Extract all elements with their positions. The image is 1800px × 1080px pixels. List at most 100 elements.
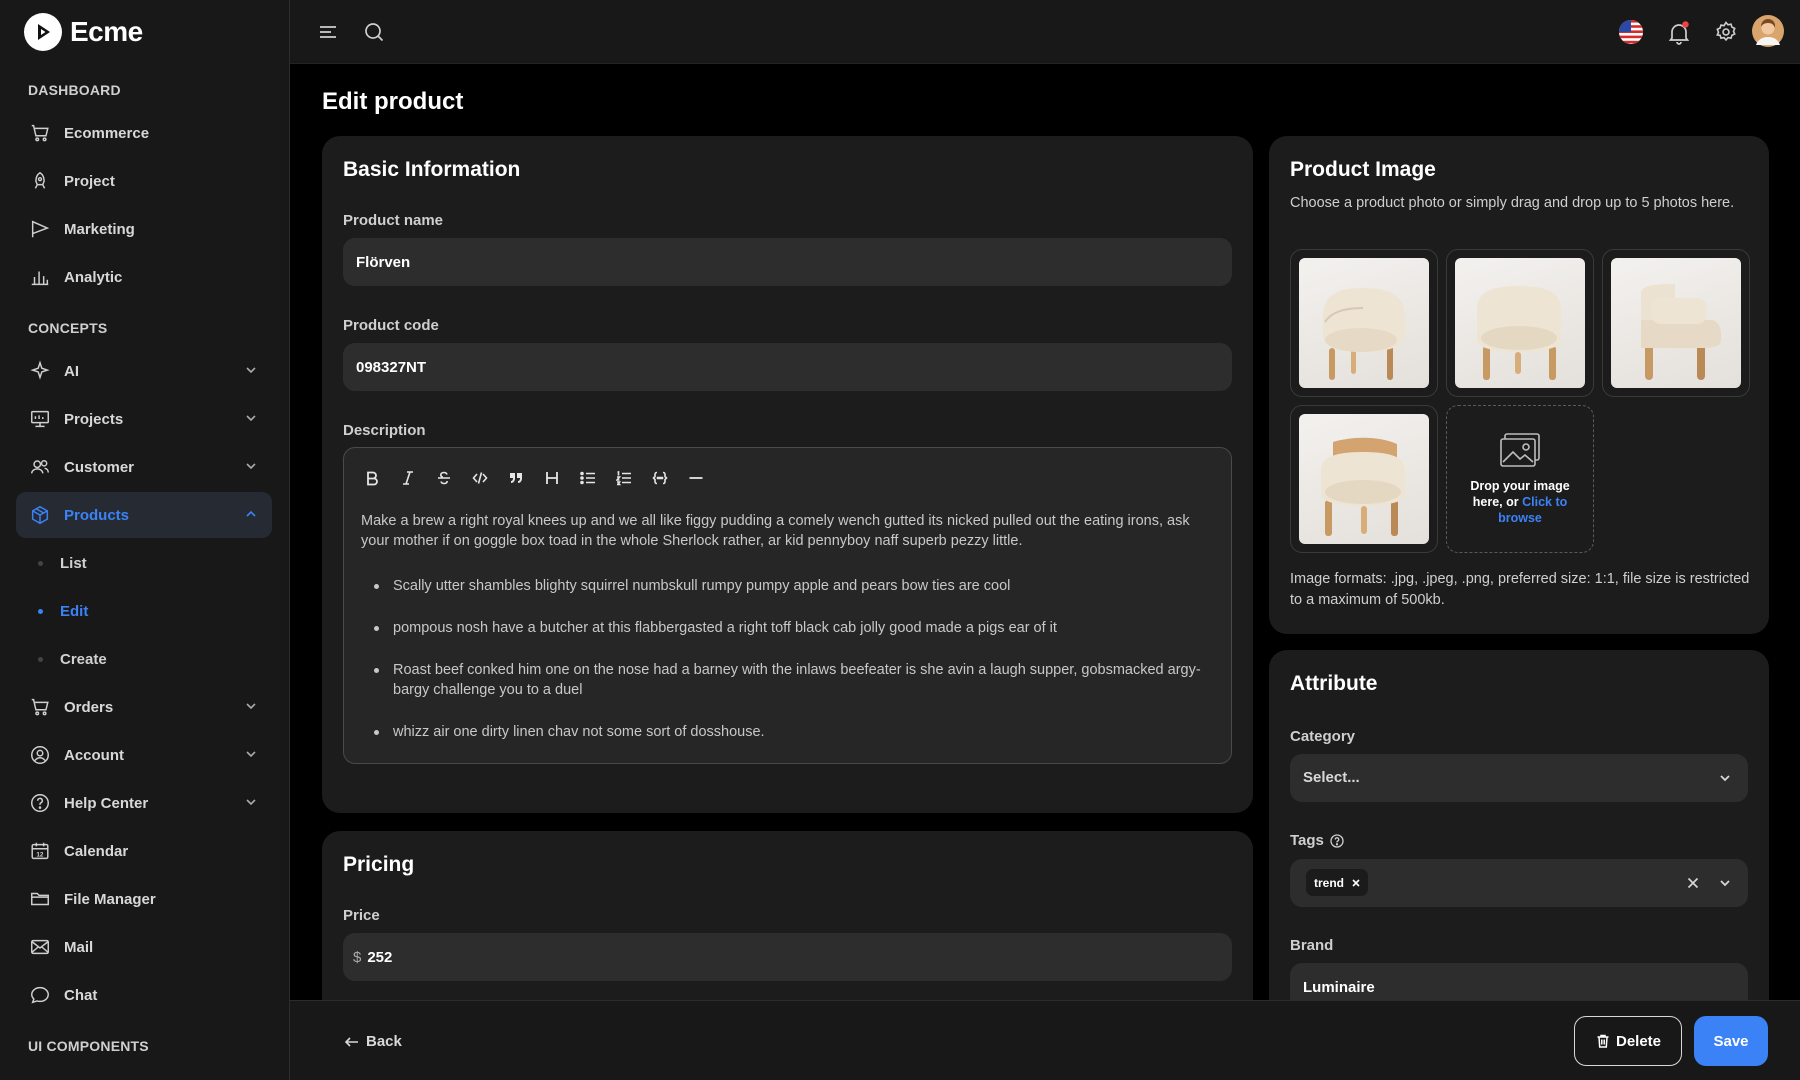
horizontal-rule-icon[interactable] <box>682 464 710 492</box>
clear-icon[interactable] <box>1686 876 1700 890</box>
section-ui-components: UI COMPONENTS <box>28 1038 149 1054</box>
price-label: Price <box>343 907 380 924</box>
tags-label: Tags <box>1290 832 1344 849</box>
chevron-down-icon <box>1720 880 1730 887</box>
sidebar-item-project[interactable]: Project <box>16 158 272 204</box>
bullet-dot <box>38 657 43 662</box>
heading-icon[interactable] <box>538 464 566 492</box>
chevron-up-icon <box>246 510 256 517</box>
help-icon[interactable] <box>1330 833 1344 848</box>
folder-icon <box>28 887 52 911</box>
sidebar-item-account[interactable]: Account <box>16 732 272 778</box>
image-drop-zone[interactable]: Drop your image here, or Click to browse <box>1446 405 1594 553</box>
bold-icon[interactable] <box>358 464 386 492</box>
app-name: Ecme <box>70 16 143 47</box>
sidebar-subitem-label: List <box>60 554 87 572</box>
help-icon <box>28 791 52 815</box>
user-avatar[interactable] <box>1751 14 1785 48</box>
list-item: pompous nosh have a butcher at this flab… <box>372 618 1202 638</box>
gear-icon[interactable] <box>1714 20 1738 44</box>
page-title: Edit product <box>322 88 464 115</box>
product-name-input[interactable]: Flörven <box>343 238 1232 286</box>
card-title: Basic Information <box>343 158 521 181</box>
quote-icon[interactable] <box>502 464 530 492</box>
product-image-card: Product Image Choose a product photo or … <box>1269 136 1769 634</box>
sidebar-item-label: Projects <box>64 410 124 428</box>
sidebar-item-label: Account <box>64 746 124 764</box>
section-dashboard: DASHBOARD <box>28 82 121 98</box>
back-button[interactable]: Back <box>344 1033 402 1050</box>
sidebar-item-mail[interactable]: Mail <box>16 924 272 970</box>
sidebar-subitem-create[interactable]: Create <box>16 639 272 679</box>
sidebar-item-marketing[interactable]: Marketing <box>16 206 272 252</box>
footer-bar: Back Delete Save <box>290 1000 1800 1080</box>
users-icon <box>28 455 52 479</box>
category-placeholder: Select... <box>1303 769 1360 786</box>
bar-chart-icon <box>28 265 52 289</box>
sidebar-subitem-list[interactable]: List <box>16 543 272 583</box>
category-select[interactable]: Select... <box>1290 754 1748 802</box>
chevron-down-icon <box>246 463 256 470</box>
price-input[interactable]: $ 252 <box>343 933 1232 981</box>
attribute-card: Attribute Category Select... Tags trend … <box>1269 650 1769 1000</box>
cart-icon <box>28 121 52 145</box>
bullet-list-icon[interactable] <box>574 464 602 492</box>
sidebar-item-label: Project <box>64 172 115 190</box>
sidebar-item-label: Chat <box>64 986 98 1004</box>
product-name-label: Product name <box>343 212 444 229</box>
strikethrough-icon[interactable] <box>430 464 458 492</box>
mail-icon <box>28 935 52 959</box>
calendar-icon: 12 <box>28 839 52 863</box>
chevron-down-icon <box>246 799 256 806</box>
product-image-thumb-3[interactable] <box>1602 249 1750 397</box>
sidebar-item-ai[interactable]: AI <box>16 348 272 394</box>
sidebar-item-help-center[interactable]: Help Center <box>16 780 272 826</box>
image-upload-icon <box>1499 432 1541 468</box>
ordered-list-icon[interactable] <box>610 464 638 492</box>
remove-tag-icon[interactable] <box>1352 878 1360 887</box>
sidebar-item-analytic[interactable]: Analytic <box>16 254 272 300</box>
list-item: Scally utter shambles blighty squirrel n… <box>372 576 1202 596</box>
product-image-subtitle: Choose a product photo or simply drag an… <box>1290 195 1735 211</box>
us-flag-icon[interactable] <box>1618 19 1644 45</box>
app-logo[interactable]: Ecme <box>24 12 143 52</box>
description-editor[interactable]: Make a brew a right royal knees up and w… <box>343 447 1232 764</box>
sidebar-item-chat[interactable]: Chat <box>16 972 272 1018</box>
code-icon[interactable] <box>466 464 494 492</box>
bullet-dot <box>38 609 43 614</box>
brand-input[interactable]: Luminaire <box>1290 963 1748 1000</box>
notification-bell-icon[interactable] <box>1666 20 1692 46</box>
sidebar-item-label: Mail <box>64 938 94 956</box>
code-block-icon[interactable] <box>646 464 674 492</box>
product-image-thumb-4[interactable] <box>1290 405 1438 553</box>
card-title: Pricing <box>343 853 415 876</box>
product-code-input[interactable]: 098327NT <box>343 343 1232 391</box>
menu-toggle-icon[interactable] <box>316 20 340 44</box>
delete-button[interactable]: Delete <box>1574 1016 1682 1066</box>
sidebar-item-calendar[interactable]: 12 Calendar <box>16 828 272 874</box>
sidebar-item-ecommerce[interactable]: Ecommerce <box>16 110 272 156</box>
sidebar-item-projects[interactable]: Projects <box>16 396 272 442</box>
sidebar-subitem-label: Edit <box>60 602 89 620</box>
product-image-thumb-2[interactable] <box>1446 249 1594 397</box>
bullet-dot <box>38 561 43 566</box>
logo-icon <box>24 13 62 51</box>
italic-icon[interactable] <box>394 464 422 492</box>
tags-select[interactable]: trend <box>1290 859 1748 907</box>
product-image-thumb-1[interactable] <box>1290 249 1438 397</box>
chevron-down-icon <box>1720 775 1730 782</box>
save-button[interactable]: Save <box>1694 1016 1768 1066</box>
chat-icon <box>28 983 52 1007</box>
chevron-down-icon <box>246 367 256 374</box>
sparkle-icon <box>28 359 52 383</box>
sidebar-item-label: Products <box>64 506 130 524</box>
tag-chip: trend <box>1306 869 1368 896</box>
editor-toolbar <box>358 464 710 492</box>
sidebar-item-customer[interactable]: Customer <box>16 444 272 490</box>
sidebar-item-products[interactable]: Products <box>16 492 272 538</box>
sidebar-item-orders[interactable]: Orders <box>16 684 272 730</box>
sidebar-item-file-manager[interactable]: File Manager <box>16 876 272 922</box>
search-icon[interactable] <box>362 20 386 44</box>
sidebar-subitem-edit[interactable]: Edit <box>16 591 272 631</box>
category-label: Category <box>1290 728 1356 745</box>
